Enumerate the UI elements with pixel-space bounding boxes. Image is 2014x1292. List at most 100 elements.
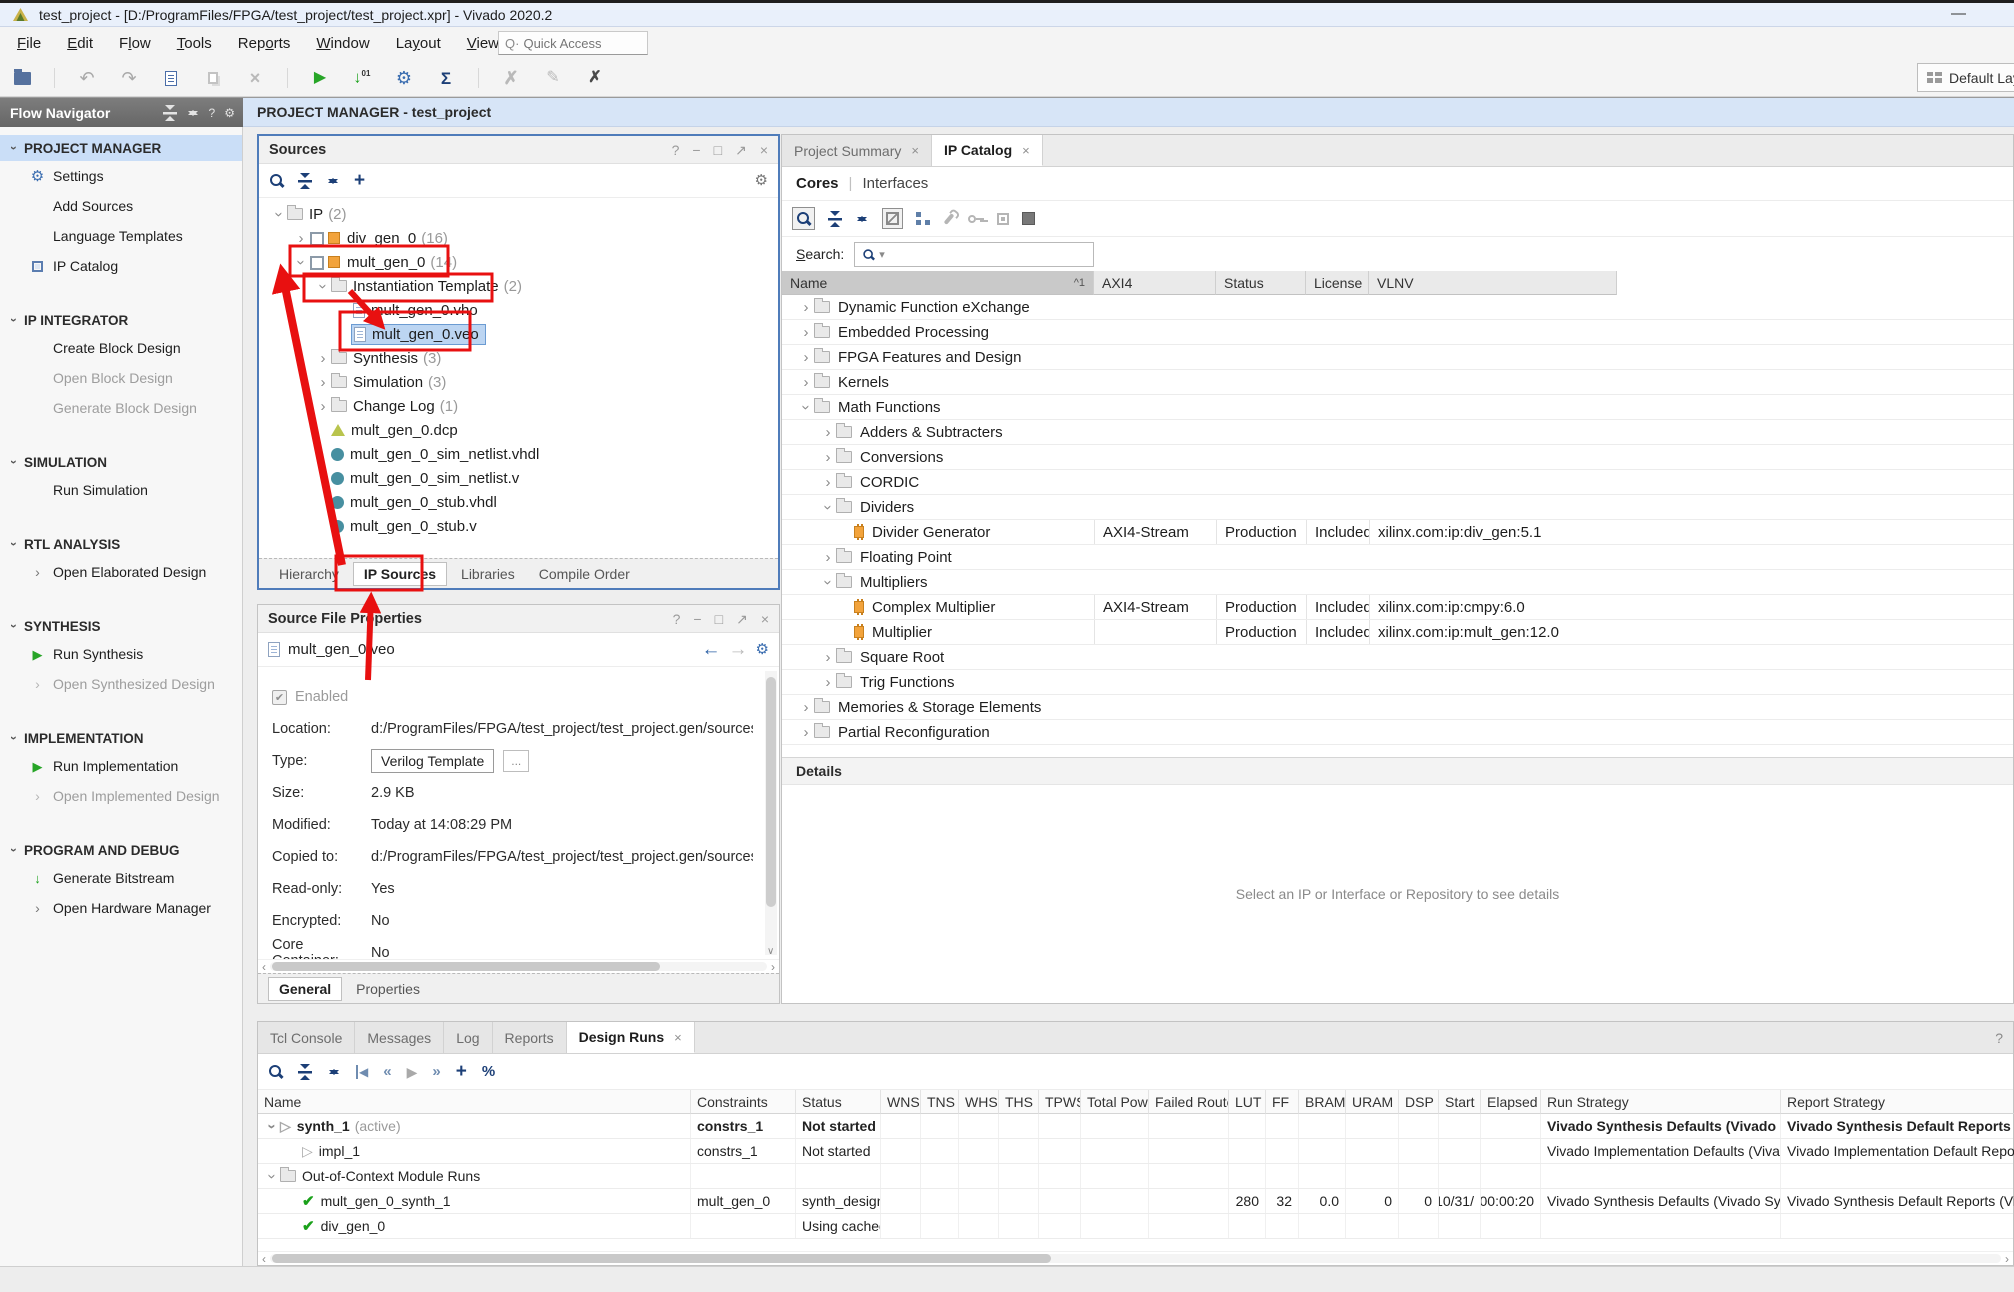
runs-column-dsp[interactable]: DSP (1399, 1090, 1439, 1114)
tree-item-mult-gen-0-vho[interactable]: ›mult_gen_0.vho (259, 298, 778, 322)
runs-column-elapsed[interactable]: Elapsed (1481, 1090, 1541, 1114)
tab-libraries[interactable]: Libraries (451, 563, 525, 585)
catalog-row-multipliers[interactable]: ›Multipliers (782, 570, 2013, 595)
column-header-status[interactable]: Status (1216, 271, 1306, 295)
close-panel-icon[interactable]: × (760, 143, 768, 157)
catalog-search-box[interactable]: ▾ (854, 242, 1094, 267)
column-header-license[interactable]: License (1306, 271, 1369, 295)
help-icon[interactable]: ? (672, 143, 680, 157)
chevron-right-icon[interactable]: › (798, 325, 814, 340)
license-key-icon[interactable] (968, 215, 976, 223)
step-forward-icon[interactable]: » (432, 1064, 440, 1079)
chevron-right-icon[interactable]: › (315, 399, 331, 414)
menu-flow[interactable]: Flow (106, 31, 164, 56)
menu-tools[interactable]: Tools (164, 31, 225, 56)
runs-column-uram[interactable]: URAM (1346, 1090, 1399, 1114)
type-button[interactable]: Verilog Template (371, 749, 494, 773)
column-header-name[interactable]: Name^1 (782, 271, 1094, 295)
chevron-down-icon[interactable]: › (821, 499, 836, 515)
runs-column-status[interactable]: Status (796, 1090, 881, 1114)
runs-column-lut[interactable]: LUT (1229, 1090, 1266, 1114)
open-project-button[interactable] (12, 66, 32, 90)
percent-icon[interactable]: % (482, 1064, 495, 1079)
menu-edit[interactable]: Edit (54, 31, 106, 56)
catalog-row-dividers[interactable]: ›Dividers (782, 495, 2013, 520)
tree-item-mult-gen-0-stub-v[interactable]: ›mult_gen_0_stub.v (259, 514, 778, 538)
customize-button[interactable]: ✗ (585, 66, 605, 90)
default-layout-button[interactable]: Default Layout (1917, 63, 2014, 92)
enabled-checkbox[interactable]: ✔ (272, 690, 287, 705)
runs-column-run-strategy[interactable]: Run Strategy (1541, 1090, 1781, 1114)
menu-file[interactable]: File (4, 31, 54, 56)
catalog-row-square-root[interactable]: ›Square Root (782, 645, 2013, 670)
runs-column-tpws[interactable]: TPWS (1039, 1090, 1081, 1114)
step-back-icon[interactable]: « (383, 1064, 391, 1079)
expand-all-icon[interactable] (186, 105, 200, 121)
flownav-item-open-implemented-design[interactable]: ›Open Implemented Design (0, 781, 242, 811)
flownav-item-settings[interactable]: ⚙Settings (0, 161, 242, 191)
chevron-down-icon[interactable]: › (294, 254, 309, 270)
catalog-row-divider-generator[interactable]: Divider GeneratorAXI4-StreamProductionIn… (782, 520, 2013, 545)
help-icon[interactable]: ? (209, 106, 216, 120)
help-icon[interactable]: ? (673, 612, 681, 626)
catalog-row-fpga-features-and-design[interactable]: ›FPGA Features and Design (782, 345, 2013, 370)
close-panel-icon[interactable]: × (761, 612, 769, 626)
menu-window[interactable]: Window (303, 31, 382, 56)
runs-column-start[interactable]: Start (1439, 1090, 1481, 1114)
collapse-all-icon[interactable] (298, 173, 312, 189)
tree-item-mult-gen-0-stub-vhdl[interactable]: ›mult_gen_0_stub.vhdl (259, 490, 778, 514)
chevron-down-icon[interactable]: › (799, 399, 814, 415)
flownav-header-program-and-debug[interactable]: ›PROGRAM AND DEBUG (0, 837, 242, 863)
flownav-item-create-block-design[interactable]: Create Block Design (0, 333, 242, 363)
generate-bitstream-button[interactable]: ↓01 (352, 66, 372, 90)
wrench-icon[interactable] (944, 213, 955, 225)
close-tab-icon[interactable]: × (674, 1030, 682, 1045)
chevron-right-icon[interactable]: › (798, 725, 814, 740)
report-button[interactable]: Σ (436, 66, 456, 90)
edit-button[interactable]: ✎ (543, 66, 563, 90)
tree-item-mult-gen-0[interactable]: ›mult_gen_0(14) (259, 250, 778, 274)
minimize-button[interactable]: — (1951, 5, 1966, 22)
flownav-item-generate-bitstream[interactable]: ↓Generate Bitstream (0, 863, 242, 893)
tree-item-change-log[interactable]: ›Change Log(1) (259, 394, 778, 418)
runs-column-constraints[interactable]: Constraints (691, 1090, 796, 1114)
chevron-right-icon[interactable]: › (820, 675, 836, 690)
expand-all-icon[interactable] (327, 1064, 341, 1080)
search-icon[interactable] (269, 173, 284, 188)
delete-button[interactable]: × (245, 66, 265, 90)
flownav-header-implementation[interactable]: ›IMPLEMENTATION (0, 725, 242, 751)
catalog-row-complex-multiplier[interactable]: Complex MultiplierAXI4-StreamProductionI… (782, 595, 2013, 620)
tree-item-ip[interactable]: ›IP(2) (259, 202, 778, 226)
catalog-row-conversions[interactable]: ›Conversions (782, 445, 2013, 470)
scroll-left-icon[interactable]: ‹ (262, 961, 266, 973)
gear-icon[interactable]: ⚙ (755, 173, 768, 188)
tree-item-mult-gen-0-sim-netlist-v[interactable]: ›mult_gen_0_sim_netlist.v (259, 466, 778, 490)
tab-compile-order[interactable]: Compile Order (529, 563, 640, 585)
run-row-out-of-context-module-runs[interactable]: ›Out-of-Context Module Runs (258, 1164, 2013, 1189)
scroll-right-icon[interactable]: › (771, 961, 775, 973)
catalog-row-kernels[interactable]: ›Kernels (782, 370, 2013, 395)
chevron-right-icon[interactable]: › (820, 550, 836, 565)
bottom-tab-messages[interactable]: Messages (355, 1022, 444, 1053)
tree-item-div-gen-0[interactable]: ›div_gen_0(16) (259, 226, 778, 250)
chevron-down-icon[interactable]: › (265, 1118, 280, 1134)
settings-button[interactable]: ⚙ (394, 66, 414, 90)
float-panel-icon[interactable]: ↗ (736, 612, 748, 626)
chevron-down-icon[interactable]: › (272, 206, 287, 222)
chevron-right-icon[interactable]: › (315, 351, 331, 366)
chevron-right-icon[interactable]: › (820, 475, 836, 490)
scroll-right-icon[interactable]: › (2005, 1253, 2009, 1265)
more-button[interactable]: ... (503, 750, 529, 772)
runs-column-failed-routes[interactable]: Failed Routes (1149, 1090, 1229, 1114)
bottom-tab-reports[interactable]: Reports (493, 1022, 567, 1053)
vertical-scrollbar[interactable]: ∨ (765, 671, 777, 955)
run-row-impl-1[interactable]: ›▷impl_1constrs_1Not startedVivado Imple… (258, 1139, 2013, 1164)
chevron-right-icon[interactable]: › (293, 231, 309, 246)
tree-item-synthesis[interactable]: ›Synthesis(3) (259, 346, 778, 370)
expand-all-icon[interactable] (855, 211, 869, 227)
flownav-header-ip-integrator[interactable]: ›IP INTEGRATOR (0, 307, 242, 333)
column-header-axi4[interactable]: AXI4 (1094, 271, 1216, 295)
group-by-hierarchy-icon[interactable] (916, 212, 930, 225)
redo-button[interactable]: ↷ (119, 66, 139, 90)
run-icon[interactable]: ▶ (407, 1065, 418, 1079)
